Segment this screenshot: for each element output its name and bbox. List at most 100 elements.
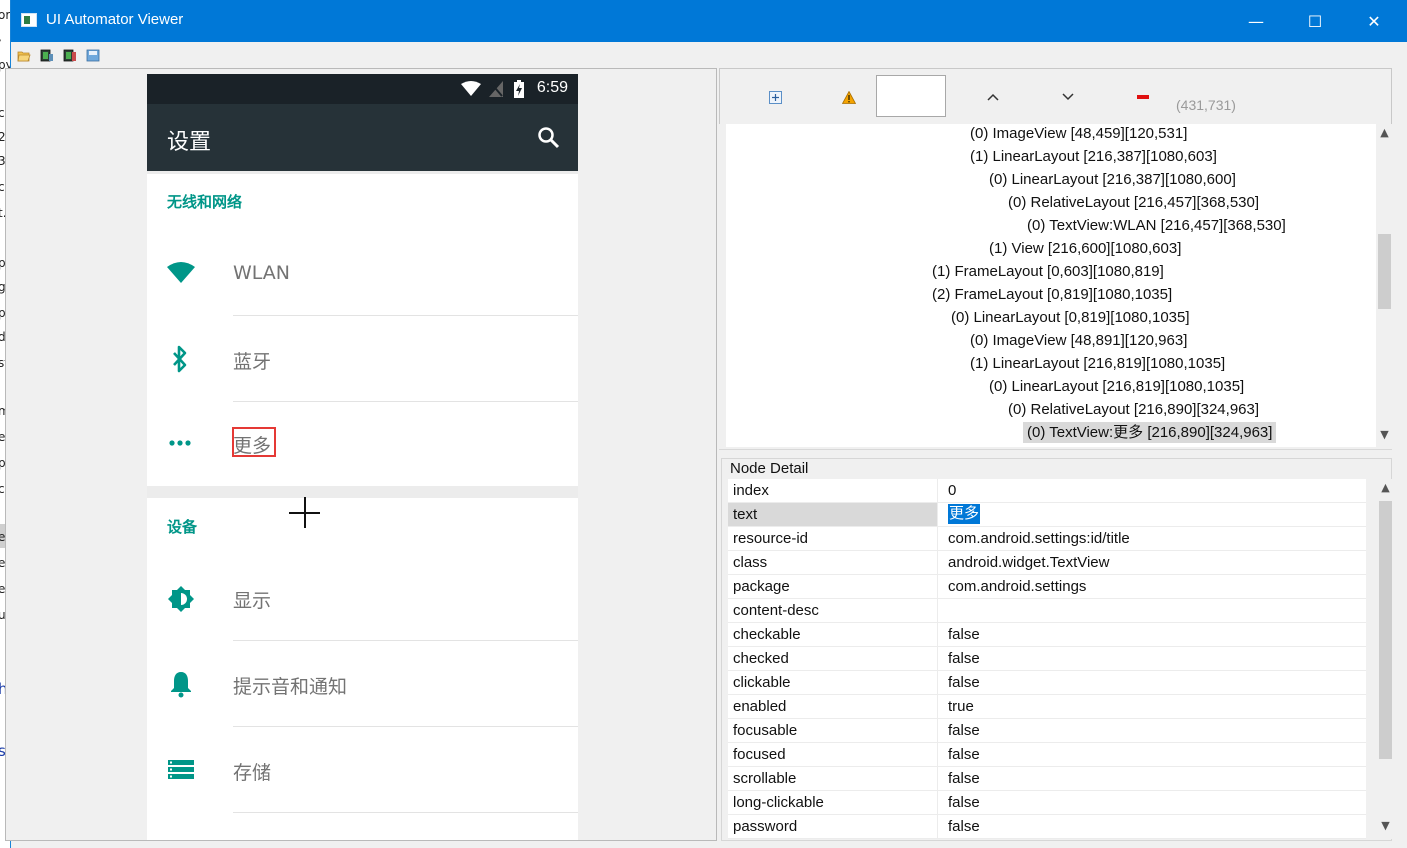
detail-row-password[interactable]: password false	[728, 815, 1366, 839]
detail-value[interactable]: false	[948, 647, 980, 670]
expand-all-button[interactable]	[760, 69, 790, 125]
tree-node[interactable]: (0) TextView:WLAN [216,457][368,530]	[1023, 215, 1290, 236]
tree-node[interactable]: (1) View [216,600][1080,603]	[985, 238, 1185, 259]
detail-value[interactable]: false	[948, 671, 980, 694]
divider	[233, 812, 578, 813]
detail-row-focusable[interactable]: focusable false	[728, 719, 1366, 743]
detail-value[interactable]: false	[948, 623, 980, 646]
detail-key: index	[728, 479, 938, 502]
settings-item-display[interactable]: 显示	[147, 556, 578, 641]
tree-node[interactable]: (0) LinearLayout [0,819][1080,1035]	[947, 307, 1194, 328]
tree-node[interactable]: (0) LinearLayout [216,819][1080,1035]	[985, 376, 1248, 397]
tree-node[interactable]: (1) LinearLayout [216,387][1080,603]	[966, 146, 1221, 167]
detail-value[interactable]: com.android.settings:id/title	[948, 527, 1130, 550]
next-result-button[interactable]	[1053, 69, 1083, 125]
detail-row-index[interactable]: index 0	[728, 479, 1366, 503]
pane-splitter[interactable]	[719, 449, 1392, 456]
detail-row-checkable[interactable]: checkable false	[728, 623, 1366, 647]
detail-row-focused[interactable]: focused false	[728, 743, 1366, 767]
toggle-naf-button[interactable]	[834, 69, 864, 125]
detail-value[interactable]: false	[948, 719, 980, 742]
detail-value[interactable]: false	[948, 791, 980, 814]
minimize-button[interactable]: —	[1227, 0, 1285, 42]
scroll-up-arrow[interactable]: ▲	[1376, 126, 1393, 139]
detail-row-clickable[interactable]: clickable false	[728, 671, 1366, 695]
tree-node[interactable]: (0) ImageView [48,459][120,531]	[966, 124, 1191, 144]
detail-value[interactable]: false	[948, 815, 980, 838]
wifi-signal-icon	[461, 81, 481, 96]
battery-charging-icon	[514, 80, 524, 98]
settings-item-wlan[interactable]: WLAN	[147, 232, 578, 317]
scroll-thumb[interactable]	[1378, 234, 1391, 309]
detail-value[interactable]: 0	[948, 479, 956, 502]
save-icon[interactable]	[86, 49, 100, 62]
detail-row-checked[interactable]: checked false	[728, 647, 1366, 671]
divider	[233, 726, 578, 727]
settings-item-label: 存储	[233, 762, 272, 784]
open-icon[interactable]	[17, 49, 31, 62]
detail-key: text	[728, 503, 938, 526]
search-input[interactable]	[876, 75, 946, 117]
tree-node[interactable]: (0) RelativeLayout [216,890][324,963]	[1004, 399, 1263, 420]
settings-item-more[interactable]: 更多	[147, 403, 578, 486]
tree-node-selected[interactable]: (0) TextView:更多 [216,890][324,963]	[1023, 422, 1277, 443]
scroll-down-arrow[interactable]: ▼	[1377, 819, 1394, 832]
detail-value[interactable]: android.widget.TextView	[948, 551, 1109, 574]
wireless-networks-card: 无线和网络 WLAN 蓝牙 更多	[147, 174, 578, 486]
phone-screen[interactable]: 6:59 设置 无线和网络 WLAN 蓝牙 更多 设备 显示 提示音和通知 存储	[147, 74, 578, 840]
clear-search-button[interactable]	[1128, 69, 1158, 125]
detail-row-long-clickable[interactable]: long-clickable false	[728, 791, 1366, 815]
selected-node-highlight	[232, 427, 276, 457]
no-signal-icon	[489, 81, 503, 97]
settings-item-label: WLAN	[233, 262, 291, 284]
detail-row-class[interactable]: class android.widget.TextView	[728, 551, 1366, 575]
background-text-fragment: c	[0, 482, 5, 496]
device-screenshot-compressed-icon[interactable]	[63, 49, 77, 62]
tree-node[interactable]: (2) FrameLayout [0,819][1080,1035]	[928, 284, 1176, 305]
background-text-fragment: ,	[0, 30, 2, 44]
section-header-wireless: 无线和网络	[167, 193, 243, 211]
settings-item-sound-notification[interactable]: 提示音和通知	[147, 642, 578, 727]
detail-key: focused	[728, 743, 938, 766]
more-icon	[169, 440, 191, 446]
tree-node[interactable]: (1) LinearLayout [216,819][1080,1035]	[966, 353, 1229, 374]
hierarchy-tree[interactable]: (0) ImageView [48,459][120,531] (1) Linea…	[726, 124, 1392, 447]
detail-key: content-desc	[728, 599, 938, 622]
scroll-down-arrow[interactable]: ▼	[1376, 428, 1393, 441]
background-text-fragment: c	[0, 106, 5, 120]
detail-row-resource-id[interactable]: resource-id com.android.settings:id/title	[728, 527, 1366, 551]
close-button[interactable]: ✕	[1345, 0, 1403, 42]
detail-row-enabled[interactable]: enabled true	[728, 695, 1366, 719]
detail-key: scrollable	[728, 767, 938, 790]
tree-node[interactable]: (0) LinearLayout [216,387][1080,600]	[985, 169, 1240, 190]
tree-node[interactable]: (0) ImageView [48,891][120,963]	[966, 330, 1191, 351]
detail-row-scrollable[interactable]: scrollable false	[728, 767, 1366, 791]
settings-app-bar: 设置	[147, 104, 578, 171]
detail-value[interactable]: 更多	[948, 504, 981, 524]
detail-row-content-desc[interactable]: content-desc	[728, 599, 1366, 623]
node-detail-title: Node Detail	[730, 460, 809, 477]
detail-key: focusable	[728, 719, 938, 742]
device-screenshot-pane[interactable]: 6:59 设置 无线和网络 WLAN 蓝牙 更多 设备 显示 提示音和通知 存储	[5, 68, 717, 841]
tree-node[interactable]: (0) RelativeLayout [216,457][368,530]	[1004, 192, 1263, 213]
device-screenshot-icon[interactable]	[40, 49, 54, 62]
previous-result-button[interactable]	[978, 69, 1008, 125]
detail-scrollbar[interactable]: ▲ ▼	[1377, 479, 1394, 839]
scroll-up-arrow[interactable]: ▲	[1377, 481, 1394, 494]
main-toolbar	[11, 42, 1407, 68]
maximize-button[interactable]: ☐	[1286, 0, 1344, 42]
settings-item-storage[interactable]: 存储	[147, 728, 578, 813]
detail-value[interactable]: false	[948, 743, 980, 766]
scroll-thumb[interactable]	[1379, 501, 1392, 759]
detail-value[interactable]: com.android.settings	[948, 575, 1086, 598]
title-bar[interactable]: UI Automator Viewer — ☐ ✕	[11, 0, 1407, 42]
detail-value[interactable]: true	[948, 695, 974, 718]
tree-node[interactable]: (1) FrameLayout [0,603][1080,819]	[928, 261, 1168, 282]
tree-scrollbar[interactable]: ▲ ▼	[1376, 124, 1393, 447]
detail-value[interactable]: false	[948, 767, 980, 790]
search-icon[interactable]	[537, 126, 561, 150]
detail-row-text[interactable]: text 更多	[728, 503, 1366, 527]
detail-row-package[interactable]: package com.android.settings	[728, 575, 1366, 599]
node-detail-table[interactable]: index 0 text 更多 resource-id com.android.setti…	[728, 479, 1366, 839]
settings-item-bluetooth[interactable]: 蓝牙	[147, 317, 578, 402]
